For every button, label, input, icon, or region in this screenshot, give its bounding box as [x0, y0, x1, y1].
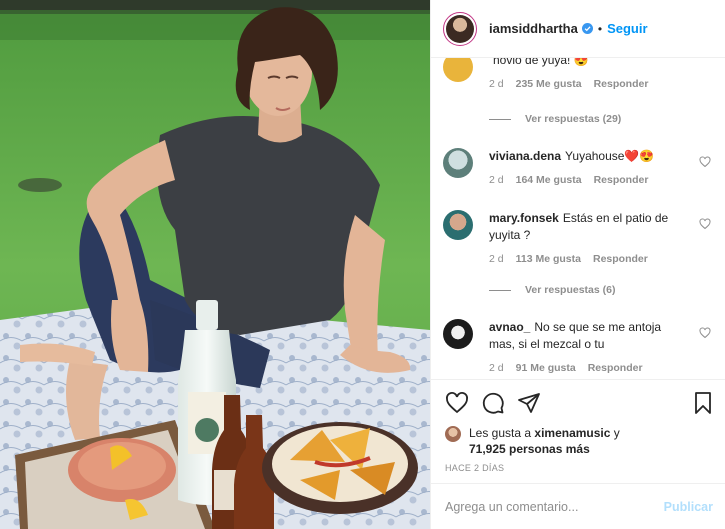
view-replies-label: Ver respuestas (6) [525, 284, 616, 296]
comment-text: novio de yuya! 😍 [493, 58, 589, 67]
comment-icon[interactable] [481, 391, 505, 415]
likes-summary: Les gusta a ximenamusic y 71,925 personas… [431, 425, 725, 457]
comment-username[interactable]: mary.fonsek [489, 211, 559, 225]
comments-list[interactable]: novio de yuya! 😍 2 d 235 Me gusta Respon… [431, 58, 725, 379]
post-image-illustration [0, 0, 430, 529]
post-actions [431, 379, 725, 425]
post-photo[interactable] [0, 0, 430, 529]
comment-time[interactable]: 2 d [489, 174, 504, 186]
reply-button[interactable]: Responder [594, 174, 649, 186]
comment-input[interactable]: Agrega un comentario... [445, 500, 664, 514]
share-icon[interactable] [517, 391, 541, 415]
post-header: iamsiddhartha • Seguir [431, 0, 725, 58]
comment-likes[interactable]: 164 Me gusta [516, 174, 582, 186]
comment-time[interactable]: 2 d [489, 362, 504, 374]
comment-username[interactable]: viviana.dena [489, 149, 561, 163]
comment-text: viviana.dena Yuyahouse❤️😍 [489, 149, 655, 163]
comment-meta: 2 d 113 Me gusta Responder [489, 253, 711, 265]
comment-time[interactable]: 2 d [489, 253, 504, 265]
reply-button[interactable]: Responder [588, 362, 643, 374]
divider-line [489, 118, 511, 120]
heart-icon[interactable] [445, 391, 469, 415]
comment-like-heart-icon[interactable] [699, 156, 711, 168]
comment-text: avnao_ No se que se me antoja mas, si el … [489, 320, 662, 351]
bookmark-icon[interactable] [691, 391, 715, 415]
instagram-post: iamsiddhartha • Seguir novio de yuya! 😍 … [0, 0, 725, 529]
comment-avatar[interactable] [443, 319, 473, 349]
post-username[interactable]: iamsiddhartha [489, 21, 578, 36]
comment-time[interactable]: 2 d [489, 78, 504, 90]
post-timestamp[interactable]: HACE 2 DÍAS [431, 457, 725, 483]
comment-avatar[interactable] [443, 210, 473, 240]
post-side-panel: iamsiddhartha • Seguir novio de yuya! 😍 … [430, 0, 725, 529]
view-replies-button[interactable]: Ver respuestas (29) [489, 113, 621, 125]
comment-meta: 2 d 235 Me gusta Responder [489, 78, 711, 90]
likes-text[interactable]: Les gusta a ximenamusic y 71,925 personas… [469, 425, 620, 457]
add-comment-bar: Agrega un comentario... Publicar [431, 483, 725, 529]
divider-line [489, 289, 511, 291]
comment-item: avnao_ No se que se me antoja mas, si el … [443, 319, 711, 374]
comment-item: mary.fonsek Estás en el patio de yuyita ?… [443, 210, 711, 265]
profile-avatar[interactable] [443, 11, 477, 46]
comment-likes[interactable]: 113 Me gusta [516, 253, 581, 265]
follow-button[interactable]: Seguir [607, 21, 647, 36]
comment-username[interactable]: avnao_ [489, 320, 530, 334]
comment-meta: 2 d 91 Me gusta Responder [489, 362, 711, 374]
comment-item: novio de yuya! 😍 2 d 235 Me gusta Respon… [443, 58, 711, 90]
comment-text: mary.fonsek Estás en el patio de yuyita ? [489, 211, 669, 242]
comment-avatar[interactable] [443, 58, 473, 82]
comment-like-heart-icon[interactable] [699, 327, 711, 339]
comment-meta: 2 d 164 Me gusta Responder [489, 174, 711, 186]
comment-item: viviana.dena Yuyahouse❤️😍 2 d 164 Me gust… [443, 148, 711, 186]
reply-button[interactable]: Responder [594, 78, 649, 90]
publish-button[interactable]: Publicar [664, 500, 713, 514]
comment-avatar[interactable] [443, 148, 473, 178]
verified-badge-icon [581, 23, 593, 34]
comment-likes[interactable]: 91 Me gusta [516, 362, 576, 374]
comment-likes[interactable]: 235 Me gusta [516, 78, 582, 90]
reply-button[interactable]: Responder [593, 253, 648, 265]
separator-dot: • [597, 21, 603, 36]
comment-like-heart-icon[interactable] [699, 218, 711, 230]
view-replies-label: Ver respuestas (29) [525, 113, 622, 125]
view-replies-button[interactable]: Ver respuestas (6) [489, 284, 615, 296]
liker-avatar[interactable] [445, 426, 461, 442]
